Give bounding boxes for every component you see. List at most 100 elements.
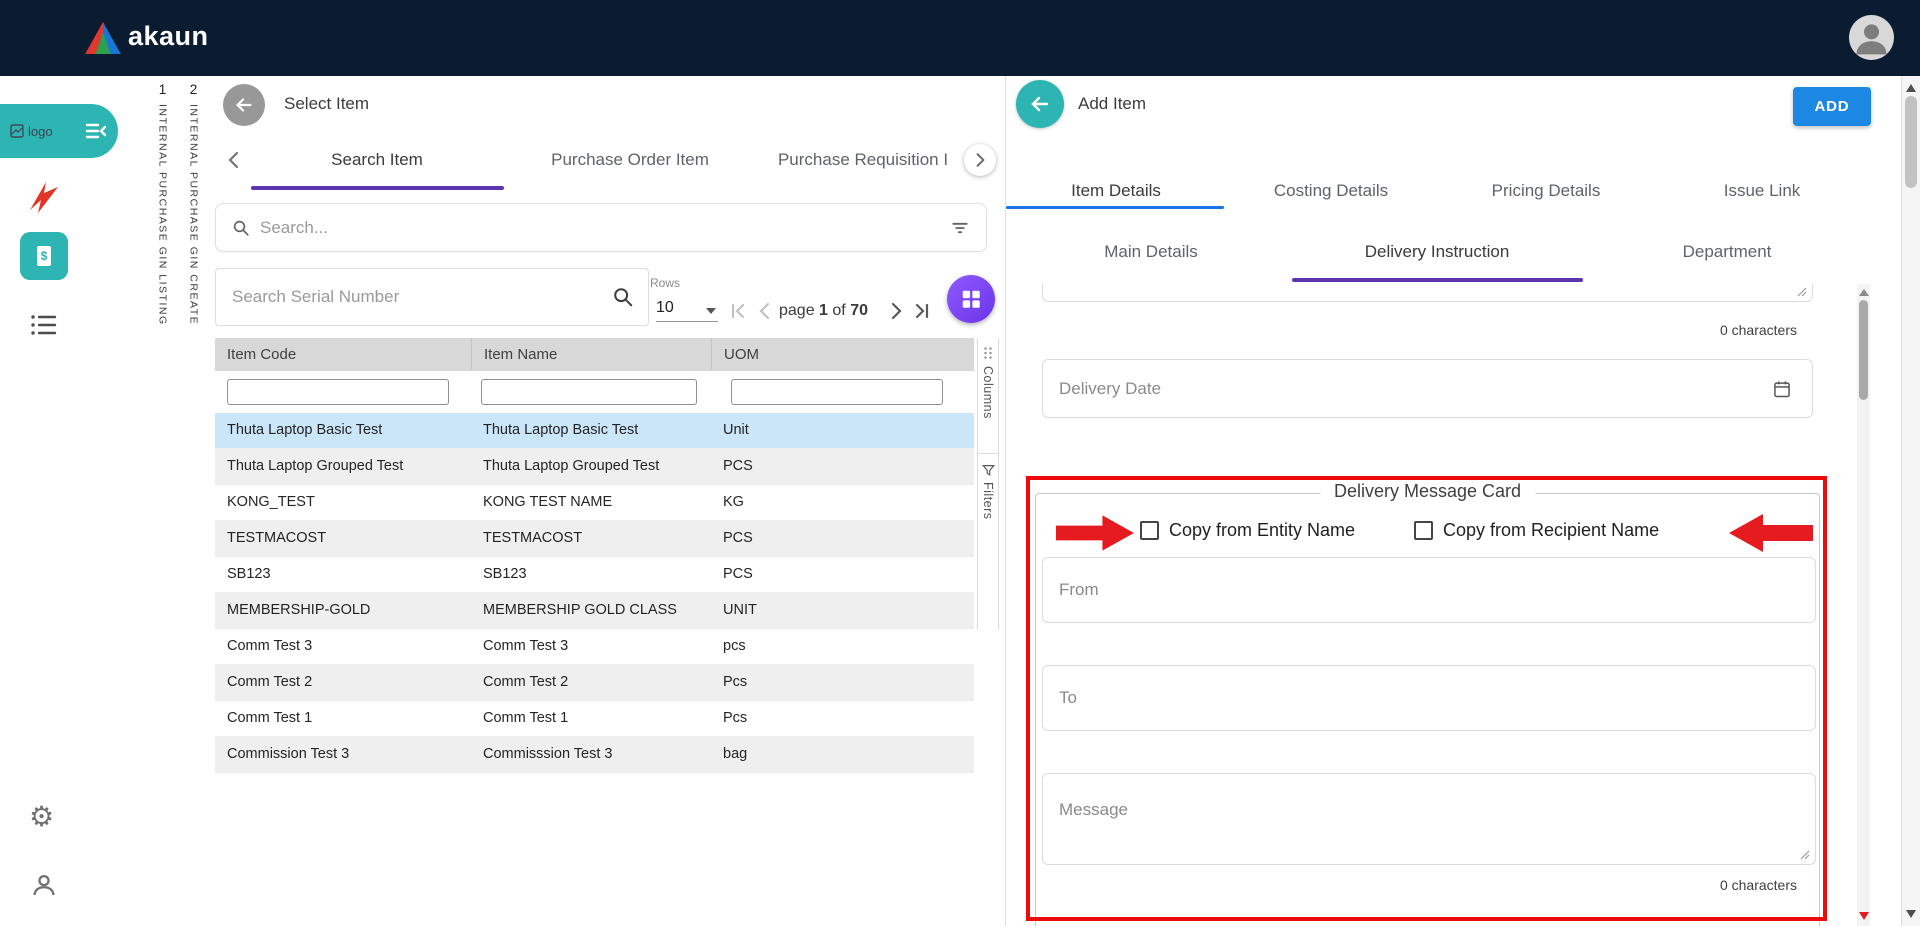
columns-tool[interactable]: Columns: [981, 366, 995, 419]
scroll-down-arrow-icon[interactable]: [1906, 910, 1916, 918]
tab-issue-link[interactable]: Issue Link: [1724, 181, 1801, 201]
table-row[interactable]: MEMBERSHIP-GOLDMEMBERSHIP GOLD CLASSUNIT: [215, 593, 974, 629]
menu-toggle-icon[interactable]: [84, 119, 108, 143]
first-page-button[interactable]: [726, 299, 750, 323]
app-root: akaun logo: [0, 0, 1920, 926]
table-row[interactable]: Commission Test 3Commisssion Test 3bag: [215, 737, 974, 773]
table-row[interactable]: KONG_TESTKONG TEST NAMEKG: [215, 485, 974, 521]
table-cell: pcs: [711, 629, 974, 664]
view-layout-button[interactable]: [947, 275, 995, 323]
table-row[interactable]: Comm Test 1Comm Test 1Pcs: [215, 701, 974, 737]
annotation-arrow-right-pointing: [1056, 512, 1134, 554]
rows-per-page-select[interactable]: 10: [656, 295, 718, 322]
listing-module-icon[interactable]: [30, 312, 58, 338]
copy-from-entity-checkbox[interactable]: [1140, 521, 1159, 540]
column-header-item-name[interactable]: Item Name: [471, 338, 711, 371]
module-tab-gin-create[interactable]: 2 INTERNAL PURCHASE GIN CREATE: [178, 76, 210, 926]
item-search-input[interactable]: [258, 217, 942, 239]
copy-from-recipient-checkbox[interactable]: [1414, 521, 1433, 540]
instruction-textarea[interactable]: [1042, 284, 1813, 302]
broken-image-icon: [10, 124, 24, 138]
module-tab-label: INTERNAL PURCHASE GIN CREATE: [188, 104, 200, 325]
panel-title: Add Item: [1078, 94, 1146, 114]
filters-tool[interactable]: Filters: [981, 482, 995, 520]
table-row[interactable]: Thuta Laptop Basic TestThuta Laptop Basi…: [215, 413, 974, 449]
table-row[interactable]: Thuta Laptop Grouped TestThuta Laptop Gr…: [215, 449, 974, 485]
tab-search-item[interactable]: Search Item: [331, 150, 423, 170]
to-field[interactable]: To: [1042, 665, 1816, 731]
copy-from-recipient-label: Copy from Recipient Name: [1443, 520, 1659, 541]
subtab-delivery-instruction[interactable]: Delivery Instruction: [1365, 242, 1510, 262]
tab-purchase-requisition-item[interactable]: Purchase Requisition I: [778, 150, 948, 170]
profile-icon[interactable]: [29, 870, 59, 900]
sidebar-logo-toggle[interactable]: logo: [0, 104, 118, 158]
table-cell: Comm Test 2: [471, 665, 711, 700]
tab-costing-details[interactable]: Costing Details: [1274, 181, 1388, 201]
next-page-button[interactable]: [884, 299, 908, 323]
tab-item-details[interactable]: Item Details: [1071, 181, 1161, 201]
add-button[interactable]: ADD: [1793, 87, 1871, 126]
last-page-button[interactable]: [910, 299, 934, 323]
subtab-department[interactable]: Department: [1683, 242, 1772, 262]
table-row[interactable]: SB123SB123PCS: [215, 557, 974, 593]
back-arrow-icon: [1028, 92, 1052, 116]
table-row[interactable]: Comm Test 2Comm Test 2Pcs: [215, 665, 974, 701]
tabs-scroll-right-button[interactable]: [964, 144, 996, 176]
column-header-uom[interactable]: UOM: [711, 338, 974, 371]
table-cell: Thuta Laptop Grouped Test: [215, 449, 471, 484]
settings-icon[interactable]: ⚙: [29, 802, 54, 832]
from-field[interactable]: From: [1042, 557, 1816, 623]
table-body: Thuta Laptop Basic TestThuta Laptop Basi…: [215, 413, 974, 773]
item-code-filter-input[interactable]: [227, 379, 449, 405]
tab-purchase-order-item[interactable]: Purchase Order Item: [551, 150, 709, 170]
billing-module-icon[interactable]: $: [20, 232, 68, 280]
back-button[interactable]: [223, 84, 265, 126]
column-header-item-code[interactable]: Item Code: [215, 338, 471, 371]
table-cell: Comm Test 1: [215, 701, 471, 736]
scroll-up-arrow-icon[interactable]: [1859, 289, 1869, 296]
drag-grip-icon[interactable]: [982, 346, 994, 360]
filter-funnel-icon[interactable]: [982, 464, 995, 477]
table-cell: Comm Test 2: [215, 665, 471, 700]
top-bar: akaun: [0, 0, 1920, 76]
serial-search-input[interactable]: [230, 286, 604, 308]
table-cell: Comm Test 3: [215, 629, 471, 664]
item-name-filter-input[interactable]: [481, 379, 697, 405]
resize-handle-icon[interactable]: [1800, 850, 1810, 860]
previous-page-button[interactable]: [753, 299, 777, 323]
table-cell: KONG_TEST: [215, 485, 471, 520]
table-row[interactable]: Comm Test 3Comm Test 3pcs: [215, 629, 974, 665]
content-scrollbar[interactable]: [1857, 284, 1870, 926]
calendar-icon[interactable]: [1772, 379, 1792, 399]
delivery-date-field[interactable]: Delivery Date: [1042, 359, 1813, 418]
filter-list-icon[interactable]: [950, 218, 970, 238]
table-row[interactable]: TESTMACOSTTESTMACOSTPCS: [215, 521, 974, 557]
pagination-total-pages: 70: [850, 302, 868, 319]
table-cell: Thuta Laptop Grouped Test: [471, 449, 711, 484]
page-scrollbar[interactable]: [1901, 76, 1920, 926]
resize-handle-icon[interactable]: [1797, 287, 1807, 297]
module-tab-label: INTERNAL PURCHASE GIN LISTING: [157, 104, 169, 326]
scrollbar-thumb[interactable]: [1859, 300, 1868, 400]
active-subtab-underline: [1292, 278, 1583, 282]
table-cell: Unit: [711, 413, 974, 448]
message-textarea[interactable]: Message: [1042, 773, 1816, 865]
module-tab-gin-listing[interactable]: 1 INTERNAL PURCHASE GIN LISTING: [147, 76, 179, 926]
table-cell: Pcs: [711, 701, 974, 736]
scroll-down-arrow-icon[interactable]: [1859, 912, 1869, 920]
brand-logo-icon: [84, 22, 122, 54]
tabs-scroll-left-icon[interactable]: [223, 148, 247, 172]
subtab-main-details[interactable]: Main Details: [1104, 242, 1198, 262]
search-icon[interactable]: [612, 286, 634, 308]
app-logo-red-icon[interactable]: [26, 180, 62, 216]
table-cell: SB123: [471, 557, 711, 592]
scroll-up-arrow-icon[interactable]: [1906, 84, 1916, 92]
tab-pricing-details[interactable]: Pricing Details: [1492, 181, 1601, 201]
delivery-message-card-legend: Delivery Message Card: [1320, 481, 1535, 502]
table-cell: TESTMACOST: [471, 521, 711, 556]
user-avatar[interactable]: [1849, 15, 1894, 60]
back-button[interactable]: [1016, 80, 1064, 128]
scrollbar-thumb[interactable]: [1905, 96, 1917, 188]
uom-filter-input[interactable]: [731, 379, 943, 405]
table-cell: Commisssion Test 3: [471, 737, 711, 772]
